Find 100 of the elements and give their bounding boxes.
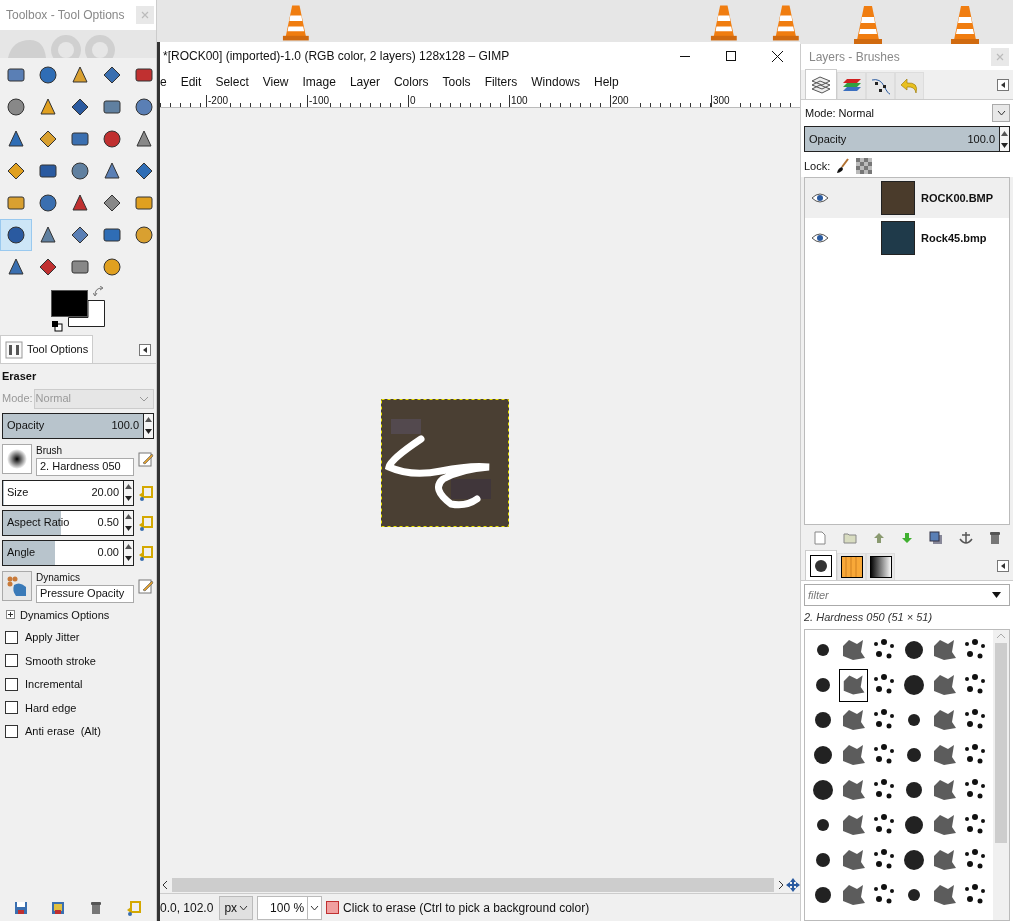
spin-arrows[interactable]	[124, 539, 134, 566]
dock-tab[interactable]	[837, 553, 866, 580]
tool-icon	[69, 64, 91, 86]
checkbox[interactable]	[5, 654, 18, 668]
slider-value: 100.0	[111, 418, 140, 434]
checkbox[interactable]	[5, 630, 18, 644]
vertical-scrollbar[interactable]	[993, 629, 1009, 920]
brush-preview[interactable]	[2, 444, 32, 474]
menu-item[interactable]: Tools	[442, 73, 471, 91]
checkbox[interactable]	[5, 701, 18, 715]
dynamics-preview[interactable]	[2, 571, 32, 601]
mode-label: Mode:	[804, 105, 836, 121]
menu-item[interactable]: Edit	[180, 73, 202, 91]
unit-dropdown[interactable]: px	[219, 895, 254, 920]
traffic-cone-icon	[282, 2, 310, 42]
tool-icon	[37, 192, 59, 214]
horizontal-scrollbar[interactable]	[172, 878, 774, 892]
anchor-icon[interactable]	[959, 531, 973, 545]
filter-input[interactable]: filter	[805, 586, 992, 604]
eye-icon[interactable]	[811, 233, 829, 243]
slider-label: Size	[6, 485, 29, 501]
default-colors-icon[interactable]	[51, 320, 63, 332]
tool-name: Eraser	[2, 369, 38, 384]
dock-tab[interactable]	[866, 72, 895, 99]
checkbox-option[interactable]: Hard edge	[2, 699, 154, 716]
scroll-right-icon[interactable]	[776, 880, 786, 890]
tool-icon	[101, 64, 123, 86]
tool-icon	[5, 96, 27, 118]
menu-item[interactable]: e	[160, 73, 167, 91]
menu-item[interactable]: View	[262, 73, 289, 91]
checkbox-option[interactable]: Incremental	[2, 676, 154, 693]
menu-item[interactable]: Image	[302, 73, 336, 91]
spin-arrows[interactable]	[1000, 126, 1010, 152]
tool-options-icon	[5, 340, 23, 359]
duplicate-icon[interactable]	[929, 531, 943, 545]
slider-field[interactable]: Opacity 100.0	[2, 412, 144, 439]
background-color-swatch[interactable]	[68, 300, 105, 327]
paintbrush-icon[interactable]	[836, 158, 851, 174]
trash-icon[interactable]	[989, 531, 1001, 545]
brush-name-field[interactable]: 2. Hardness 050	[36, 457, 134, 476]
soft-brush-icon	[6, 448, 28, 470]
checkbox-option[interactable]: Smooth stroke	[2, 652, 154, 669]
layer-row[interactable]: Rock45.bmp	[805, 218, 1009, 258]
slider-field[interactable]: Opacity 100.0	[804, 126, 1000, 152]
layer-name: Rock45.bmp	[921, 230, 987, 246]
dynamics-name-field[interactable]: Pressure Opacity	[36, 584, 134, 603]
brush-thumbnail[interactable]	[839, 668, 868, 702]
slider-field[interactable]: Size 20.00	[2, 479, 124, 506]
menu-item[interactable]: Help	[594, 73, 619, 91]
spin-arrows[interactable]	[124, 479, 134, 506]
zoom-dropdown[interactable]: 100 %	[257, 895, 323, 920]
layer-row[interactable]: ROCK00.BMP	[805, 178, 1009, 218]
menu-item[interactable]: Filters	[484, 73, 518, 91]
panel-menu-icon[interactable]	[997, 79, 1009, 91]
dock-tab[interactable]	[805, 550, 837, 580]
tool-icon	[133, 160, 155, 182]
checkbox-option[interactable]: Anti erase (Alt)	[2, 723, 154, 740]
eye-icon[interactable]	[811, 193, 829, 203]
save-icon[interactable]	[13, 901, 28, 915]
tool-icon	[69, 224, 91, 246]
tool-icon	[37, 224, 59, 246]
edit-icon[interactable]	[138, 578, 154, 594]
tool-icon	[37, 256, 59, 278]
edit-icon[interactable]	[138, 451, 154, 467]
tool-icon	[5, 128, 27, 150]
dock-tab[interactable]	[866, 553, 895, 580]
dynamics-icon	[6, 575, 28, 597]
dynamics-options-expander[interactable]: Dynamics Options	[2, 606, 154, 623]
slider-field[interactable]: Angle 0.00	[2, 539, 124, 566]
scroll-left-icon[interactable]	[160, 880, 170, 890]
menu-item[interactable]: Layer	[349, 73, 380, 91]
panel-menu-icon[interactable]	[139, 344, 151, 356]
tool-button[interactable]	[0, 219, 32, 251]
tool-options-tab[interactable]: Tool Options	[0, 335, 94, 363]
spin-arrows[interactable]	[124, 509, 134, 536]
swap-colors-icon[interactable]	[93, 286, 105, 298]
trash-icon[interactable]	[88, 901, 103, 915]
expand-icon	[6, 610, 15, 620]
filter-field[interactable]: filter	[804, 584, 1010, 606]
checkbox[interactable]	[5, 677, 18, 691]
tool-icon	[101, 256, 123, 278]
menu-item[interactable]: Windows	[531, 73, 580, 91]
navigate-icon[interactable]	[786, 878, 800, 892]
ruler-label: 100	[509, 95, 531, 107]
panel-menu-icon[interactable]	[997, 560, 1009, 572]
checkbox-option[interactable]: Apply Jitter	[2, 629, 154, 646]
checkerboard-icon[interactable]	[856, 158, 873, 174]
reset-icon[interactable]	[126, 900, 143, 916]
menu-item[interactable]: Select	[215, 73, 249, 91]
checkbox[interactable]	[5, 724, 18, 738]
menu-item[interactable]: Colors	[393, 73, 429, 91]
up-arrow-icon[interactable]	[873, 532, 885, 544]
tool-icon	[69, 160, 91, 182]
foreground-color-swatch[interactable]	[51, 290, 88, 317]
dropdown-caret-icon	[996, 110, 1006, 116]
mode-dropdown-button[interactable]	[992, 104, 1010, 122]
slider-field[interactable]: Aspect Ratio 0.50	[2, 509, 124, 536]
spin-arrows[interactable]	[144, 412, 154, 439]
dropdown-caret-icon	[310, 904, 320, 911]
close-icon	[771, 50, 783, 62]
